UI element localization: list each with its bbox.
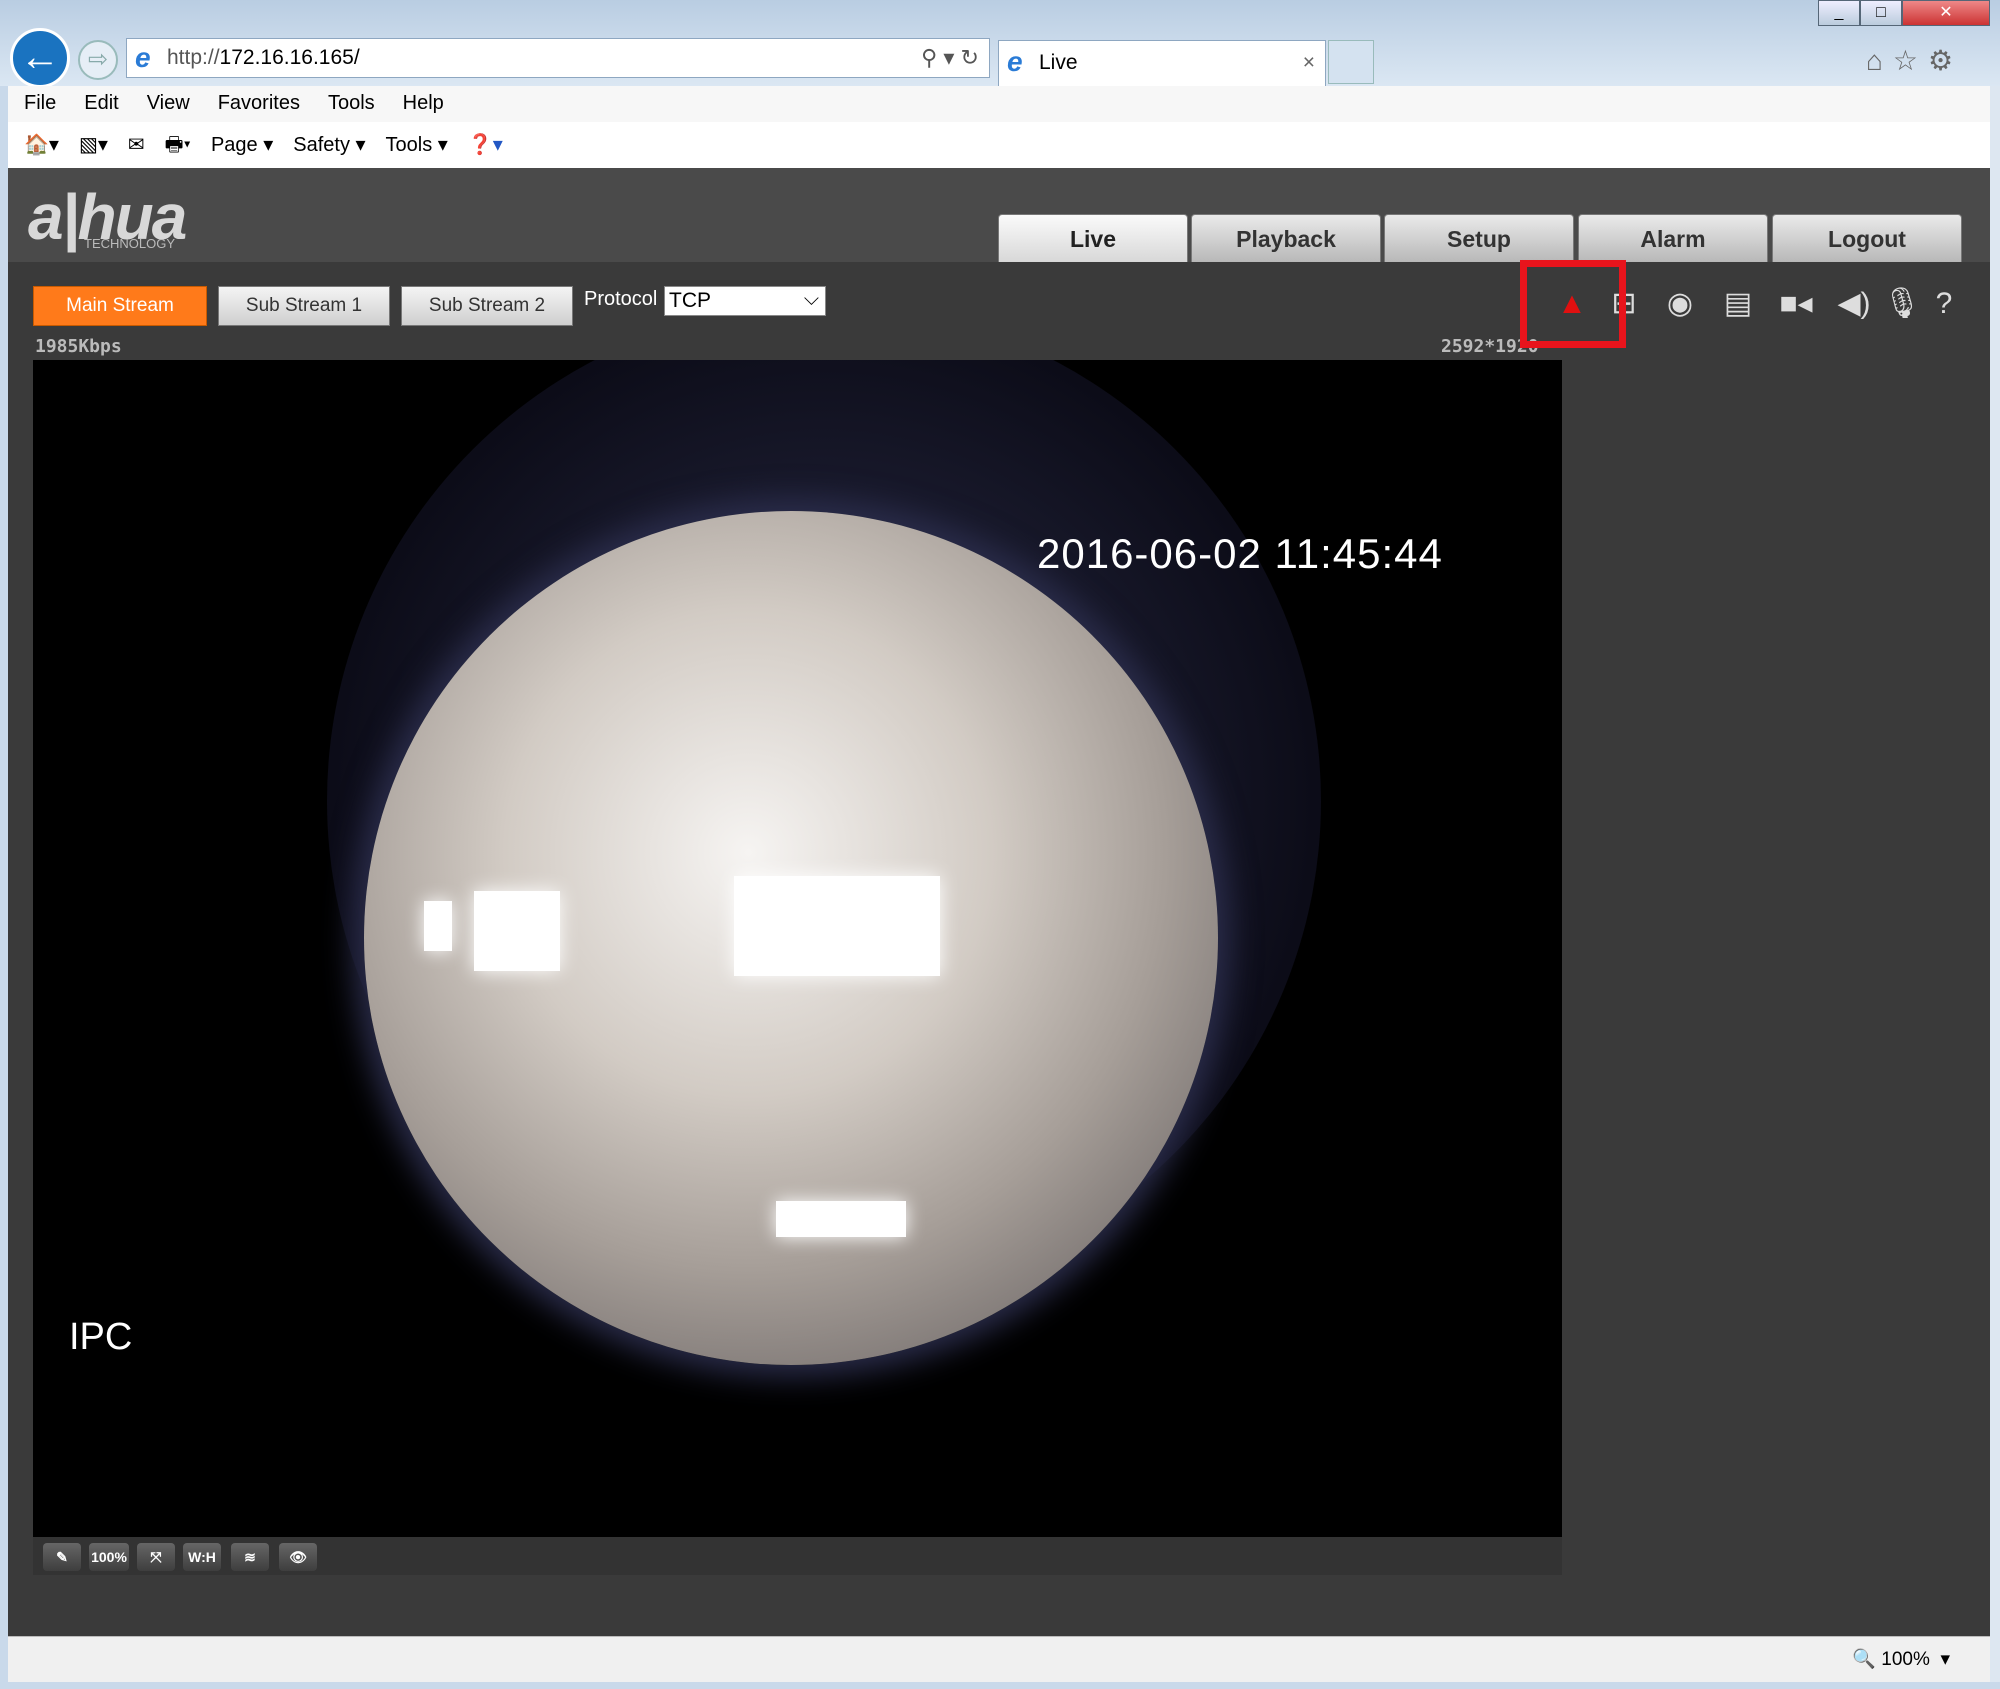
- print-icon[interactable]: 🖶▾: [165, 134, 191, 156]
- ceiling-light: [424, 901, 452, 951]
- fullscreen-icon[interactable]: ⤧: [137, 1543, 175, 1571]
- help-icon[interactable]: ❓▾: [468, 134, 503, 156]
- sub-stream-2-button[interactable]: Sub Stream 2: [401, 286, 573, 326]
- new-tab-button[interactable]: [1328, 40, 1374, 84]
- tab-playback[interactable]: Playback: [1191, 214, 1381, 262]
- aspect-ratio-button[interactable]: W:H: [183, 1543, 221, 1571]
- status-bar: 🔍 100% ▾: [8, 1636, 1990, 1682]
- stream-info-bar: 1985Kbps 2592*1920: [33, 334, 1562, 360]
- close-window-button[interactable]: ✕: [1902, 0, 1990, 26]
- mail-icon[interactable]: ✉: [128, 134, 145, 156]
- menu-help[interactable]: Help: [403, 92, 444, 114]
- image-adjust-icon[interactable]: ✎: [43, 1543, 81, 1571]
- back-button[interactable]: ←: [10, 28, 70, 88]
- url-host: 172.16.16.165/: [219, 46, 360, 69]
- menu-favorites[interactable]: Favorites: [218, 92, 300, 114]
- protocol-select[interactable]: TCP ⌵: [664, 286, 826, 316]
- zoom-level[interactable]: 🔍 100% ▾: [1852, 1637, 1950, 1683]
- tab-logout[interactable]: Logout: [1772, 214, 1962, 262]
- ceiling-light: [734, 876, 940, 976]
- home-icon[interactable]: 🏠▾: [24, 134, 59, 156]
- feeds-icon[interactable]: ▧▾: [79, 134, 108, 156]
- triple-snapshot-icon[interactable]: ▤: [1716, 284, 1760, 324]
- help-icon[interactable]: ?: [1922, 284, 1966, 324]
- menu-tools[interactable]: Tools: [328, 92, 375, 114]
- audio-icon[interactable]: ◀): [1832, 284, 1876, 324]
- channel-label: IPC: [69, 1316, 133, 1358]
- menu-edit[interactable]: Edit: [84, 92, 118, 114]
- video-viewport[interactable]: 2016-06-02 11:45:44 IPC: [33, 360, 1562, 1537]
- tab-alarm[interactable]: Alarm: [1578, 214, 1768, 262]
- home-icon[interactable]: ⌂: [1866, 45, 1893, 76]
- sub-stream-1-button[interactable]: Sub Stream 1: [218, 286, 390, 326]
- highlight-box: [1520, 260, 1626, 348]
- menu-bar: File Edit View Favorites Tools Help: [8, 86, 1992, 122]
- zoom-value: 100%: [1881, 1649, 1930, 1670]
- fluency-icon[interactable]: ≋: [231, 1543, 269, 1571]
- eye-icon[interactable]: 👁: [279, 1543, 317, 1571]
- record-icon[interactable]: ■◂: [1774, 284, 1818, 324]
- browser-tab[interactable]: e Live ×: [998, 40, 1326, 86]
- ie-icon: e: [135, 42, 151, 73]
- ceiling-light: [474, 891, 560, 971]
- original-size-button[interactable]: 100%: [89, 1543, 129, 1571]
- main-stream-button[interactable]: Main Stream: [33, 286, 207, 326]
- dahua-logo: a|hua TECHNOLOGY: [28, 181, 187, 253]
- microphone-icon[interactable]: 🎙: [1880, 284, 1924, 324]
- search-refresh-icon[interactable]: ⚲ ▾ ↻: [921, 39, 979, 77]
- video-timestamp: 2016-06-02 11:45:44: [1037, 530, 1443, 577]
- tab-setup[interactable]: Setup: [1384, 214, 1574, 262]
- forward-button[interactable]: ⇨: [78, 40, 118, 80]
- address-bar[interactable]: e http://172.16.16.165/ ⚲ ▾ ↻: [126, 38, 990, 78]
- page-menu[interactable]: Page ▾: [211, 134, 273, 156]
- fisheye-image: [364, 511, 1218, 1365]
- command-bar: 🏠▾ ▧▾ ✉ 🖶▾ Page ▾ Safety ▾ Tools ▾ ❓▾: [8, 122, 1992, 168]
- gear-icon[interactable]: ⚙: [1928, 45, 1963, 76]
- maximize-button[interactable]: □: [1860, 0, 1902, 26]
- ceiling-light: [776, 1201, 906, 1237]
- url-prefix: http://: [167, 46, 220, 69]
- safety-menu[interactable]: Safety ▾: [293, 134, 365, 156]
- browser-icons[interactable]: ⌂☆⚙: [1866, 44, 1963, 77]
- menu-file[interactable]: File: [24, 92, 56, 114]
- window-controls: _ □ ✕: [1818, 0, 1996, 26]
- chevron-down-icon: ⌵: [803, 288, 819, 310]
- tab-title: Live: [1039, 51, 1078, 74]
- snapshot-icon[interactable]: ◉: [1658, 284, 1702, 324]
- close-tab-icon[interactable]: ×: [1303, 41, 1315, 85]
- minimize-button[interactable]: _: [1818, 0, 1860, 26]
- ie-icon: e: [1007, 46, 1023, 77]
- protocol-value: TCP: [669, 289, 711, 312]
- video-control-bar: ✎ 100% ⤧ W:H ≋ 👁: [33, 1537, 1562, 1575]
- scrollbar[interactable]: [1990, 86, 2000, 1682]
- tab-live[interactable]: Live: [998, 214, 1188, 262]
- menu-view[interactable]: View: [147, 92, 190, 114]
- star-icon[interactable]: ☆: [1893, 45, 1928, 76]
- protocol-label: Protocol: [584, 288, 658, 310]
- bitrate: 1985Kbps: [35, 336, 122, 357]
- tools-menu[interactable]: Tools ▾: [386, 134, 448, 156]
